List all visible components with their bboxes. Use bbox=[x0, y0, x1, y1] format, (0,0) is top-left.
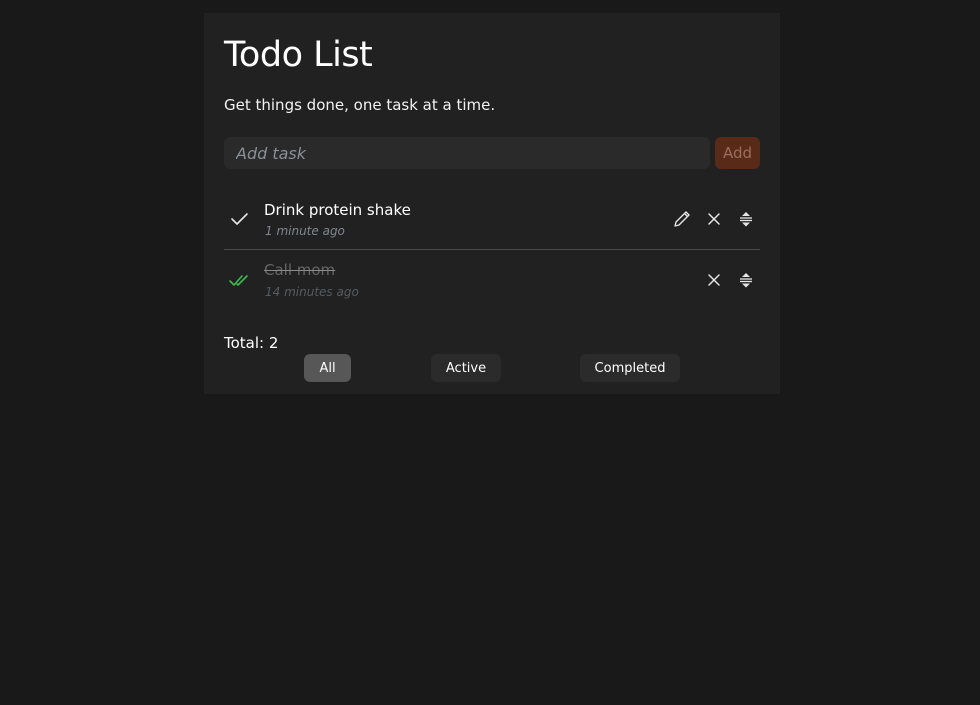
page-subtitle: Get things done, one task at a time. bbox=[224, 96, 496, 114]
task-timestamp: 1 minute ago bbox=[265, 224, 345, 238]
pencil-icon[interactable] bbox=[671, 208, 693, 230]
close-icon[interactable] bbox=[703, 269, 725, 291]
filter-completed-button[interactable]: Completed bbox=[580, 354, 680, 382]
filter-active-button[interactable]: Active bbox=[431, 354, 501, 382]
add-task-input[interactable] bbox=[224, 137, 710, 169]
total-count: Total: 2 bbox=[224, 334, 279, 352]
filter-all-button[interactable]: All bbox=[304, 354, 351, 382]
task-text: Drink protein shake bbox=[264, 201, 411, 219]
double-check-icon[interactable] bbox=[228, 270, 252, 290]
page-title: Todo List bbox=[224, 35, 373, 75]
task-text: Call mom bbox=[264, 261, 336, 279]
todo-card: Todo List Get things done, one task at a… bbox=[204, 13, 780, 394]
add-task-button[interactable]: Add bbox=[715, 137, 760, 169]
task-item: Drink protein shake 1 minute ago bbox=[224, 189, 760, 250]
drag-handle-icon[interactable] bbox=[735, 208, 757, 230]
task-item: Call mom 14 minutes ago bbox=[224, 250, 760, 310]
drag-handle-icon[interactable] bbox=[735, 269, 757, 291]
close-icon[interactable] bbox=[703, 208, 725, 230]
check-icon[interactable] bbox=[228, 209, 252, 229]
task-timestamp: 14 minutes ago bbox=[265, 285, 359, 299]
